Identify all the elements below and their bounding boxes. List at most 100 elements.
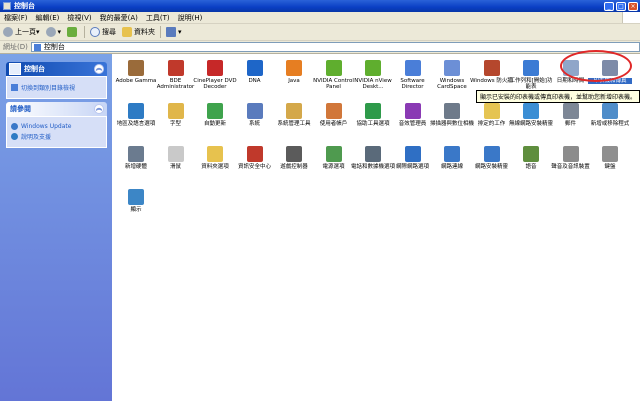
control-panel-item[interactable]: 網路連線 — [430, 146, 474, 170]
control-panel-item[interactable]: 掃描器與數位相機 — [430, 103, 474, 127]
control-panel-item[interactable]: 使用者帳戶 — [312, 103, 356, 127]
control-panel-item[interactable]: 資料夾選項 — [193, 146, 237, 170]
menu-file[interactable]: 檔案(F) — [0, 13, 32, 23]
highlight-ring — [560, 50, 632, 82]
network-setup-icon — [483, 146, 500, 162]
address-value: 控制台 — [43, 43, 65, 51]
control-panel-item[interactable]: Adobe Gamma — [114, 60, 158, 84]
item-label: 滑鼠 — [169, 164, 181, 170]
menu-favorites[interactable]: 我的最愛(A) — [96, 13, 142, 23]
control-panel-item[interactable]: 新增或移除程式 — [588, 103, 632, 127]
views-button[interactable]: ▾ — [163, 27, 185, 37]
toolbar: 上一頁 ▾ ▾ 搜尋 資料夾 ▾ — [0, 24, 640, 41]
item-label: Software Director — [400, 78, 425, 90]
security-center-icon — [246, 146, 263, 162]
windows-logo-icon — [622, 12, 640, 23]
control-panel-item[interactable]: 聲音及音訊裝置 — [549, 146, 593, 170]
collapse-chevron-icon[interactable]: ︽ — [94, 64, 104, 74]
control-panel-item[interactable]: BDE Administrator — [154, 60, 198, 90]
forward-button[interactable]: ▾ — [43, 27, 65, 37]
display-icon — [128, 189, 144, 205]
maximize-button[interactable]: □ — [616, 1, 626, 11]
control-panel-item[interactable]: 自動更新 — [193, 103, 237, 127]
scanner-icon — [444, 103, 460, 119]
control-panel-item[interactable]: 電話和數據機選項 — [351, 146, 395, 170]
item-label: 資料夾選項 — [201, 164, 229, 170]
users-icon — [325, 103, 342, 119]
control-panel-icon — [3, 2, 11, 10]
folders-button[interactable]: 資料夾 — [119, 27, 158, 37]
item-label: 聲音及音訊裝置 — [551, 164, 590, 170]
collapse-chevron-icon[interactable]: ︽ — [94, 104, 104, 114]
control-panel-item[interactable]: NVIDIA nView Deskt... — [351, 60, 395, 90]
adobe-gamma-icon — [128, 60, 144, 76]
control-panel-header[interactable]: 控制台 ︽ — [6, 62, 107, 76]
control-panel-item[interactable]: 顯示 — [114, 189, 158, 213]
up-folder-icon — [67, 27, 78, 37]
add-remove-icon — [602, 103, 618, 119]
up-folder-button[interactable] — [64, 27, 82, 37]
control-panel-item[interactable]: 遊戲控制器 — [272, 146, 316, 170]
control-panel-item[interactable]: 網路安裝精靈 — [470, 146, 514, 170]
item-label: 工作列和[開始]功能表 — [509, 78, 553, 90]
control-panel-item[interactable]: 新增硬體 — [114, 146, 158, 170]
control-panel-item[interactable]: 排定的工作 — [470, 103, 514, 127]
game-controller-icon — [286, 146, 302, 162]
back-button[interactable]: 上一頁 ▾ — [0, 27, 43, 37]
control-panel-item[interactable]: 工作列和[開始]功能表 — [509, 60, 553, 90]
control-panel-item[interactable]: Windows 防火牆 — [470, 60, 514, 84]
control-panel-item[interactable]: 字型 — [154, 103, 198, 127]
control-panel-item[interactable]: CinePlayer DVD Decoder — [193, 60, 237, 90]
item-label: 音效管理員 — [398, 121, 427, 127]
control-panel-item[interactable]: 地區及語言選項 — [114, 103, 158, 127]
control-panel-item[interactable]: 鍵盤 — [588, 146, 632, 170]
mail-icon — [562, 103, 579, 119]
control-panel-title: 控制台 — [24, 65, 45, 73]
control-panel-item[interactable]: 網際網路選項 — [391, 146, 435, 170]
control-panel-box: 控制台 ︽ 切換到類別目錄檢視 — [6, 62, 107, 99]
folder-options-icon — [207, 146, 223, 162]
item-label: 顯示 — [130, 207, 142, 213]
control-panel-item[interactable]: 電源選項 — [312, 146, 356, 170]
control-panel-item[interactable]: 資訊安全中心 — [233, 146, 277, 170]
taskbar-icon — [523, 60, 539, 76]
item-label: 語音 — [525, 164, 537, 170]
control-panel-icon — [9, 63, 21, 75]
search-button[interactable]: 搜尋 — [87, 27, 119, 37]
menu-view[interactable]: 檢視(V) — [63, 13, 95, 23]
control-panel-item[interactable]: Java — [272, 60, 316, 84]
system-icon — [246, 103, 263, 119]
switch-view-label: 切換到類別目錄檢視 — [21, 85, 76, 92]
item-label: 排定的工作 — [477, 121, 506, 127]
menu-help[interactable]: 說明(H) — [174, 13, 207, 23]
item-label: Java — [288, 78, 300, 84]
menu-tools[interactable]: 工具(T) — [142, 13, 174, 23]
control-panel-item[interactable]: Software Director — [391, 60, 435, 90]
search-icon — [90, 27, 101, 37]
item-label: 使用者帳戶 — [319, 121, 348, 127]
control-panel-item[interactable]: 滑鼠 — [154, 146, 198, 170]
control-panel-item[interactable]: 系統管理工具 — [272, 103, 316, 127]
help-support-link[interactable]: 說明及支援 — [11, 132, 102, 141]
item-label: 電話和數據機選項 — [351, 164, 396, 170]
item-label: 遊戲控制器 — [280, 164, 308, 170]
control-panel-item[interactable]: DNA — [233, 60, 277, 84]
windows-update-link[interactable]: Windows Update — [11, 123, 102, 130]
control-panel-item[interactable]: Windows CardSpace — [430, 60, 474, 90]
close-button[interactable]: × — [628, 1, 638, 11]
control-panel-item[interactable]: NVIDIA Control Panel — [312, 60, 356, 90]
control-panel-item[interactable]: 音效管理員 — [391, 103, 435, 127]
scheduled-tasks-icon — [483, 103, 500, 119]
control-panel-item[interactable]: 語音 — [509, 146, 553, 170]
minimize-button[interactable]: _ — [604, 1, 614, 11]
control-panel-item[interactable]: 協助工具選項 — [351, 103, 395, 127]
nvidia-icon — [325, 60, 342, 76]
menu-edit[interactable]: 編輯(E) — [32, 13, 64, 23]
admin-tools-icon — [286, 103, 302, 119]
control-panel-item[interactable]: 無線網路安裝精靈 — [509, 103, 553, 127]
address-field[interactable]: 控制台 — [30, 42, 640, 52]
switch-category-view-link[interactable]: 切換到類別目錄檢視 — [11, 83, 102, 92]
see-also-header[interactable]: 請參閱 ︽ — [6, 102, 107, 116]
control-panel-item[interactable]: 系統 — [233, 103, 277, 127]
control-panel-item[interactable]: 郵件 — [549, 103, 593, 127]
